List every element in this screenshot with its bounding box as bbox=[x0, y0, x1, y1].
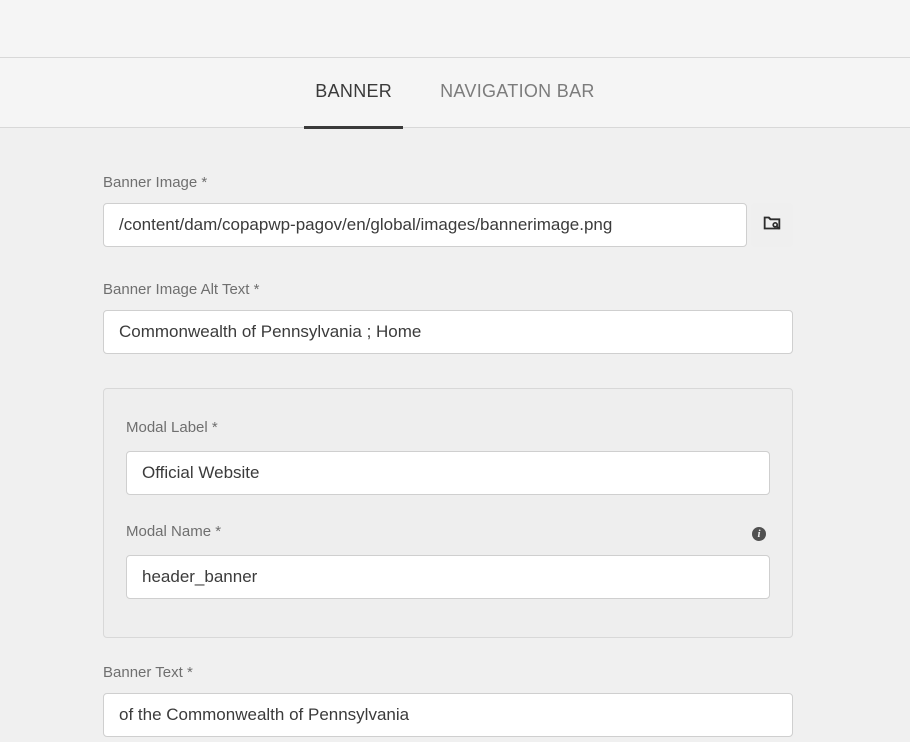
input-banner-image[interactable] bbox=[103, 203, 747, 247]
field-banner-text: Banner Text * bbox=[103, 664, 793, 737]
field-banner-image: Banner Image * bbox=[103, 174, 793, 247]
input-banner-image-alt[interactable] bbox=[103, 310, 793, 354]
modal-fieldset: Modal Label * i Modal Name * bbox=[103, 388, 793, 638]
tab-row: BANNER NAVIGATION BAR bbox=[0, 58, 910, 128]
dialog-header-bar bbox=[0, 0, 910, 58]
label-modal-label: Modal Label * bbox=[126, 419, 770, 436]
info-icon[interactable]: i bbox=[752, 527, 766, 541]
field-modal-name: Modal Name * bbox=[126, 523, 770, 599]
input-banner-text[interactable] bbox=[103, 693, 793, 737]
label-banner-image-alt: Banner Image Alt Text * bbox=[103, 281, 793, 298]
label-banner-text: Banner Text * bbox=[103, 664, 793, 681]
label-banner-image: Banner Image * bbox=[103, 174, 793, 191]
input-modal-label[interactable] bbox=[126, 451, 770, 495]
input-modal-name[interactable] bbox=[126, 555, 770, 599]
tab-navigation-bar[interactable]: NAVIGATION BAR bbox=[436, 81, 599, 105]
field-modal-label: Modal Label * bbox=[126, 419, 770, 495]
label-modal-name: Modal Name * bbox=[126, 523, 770, 540]
field-banner-image-alt: Banner Image Alt Text * bbox=[103, 281, 793, 354]
path-picker-button[interactable] bbox=[751, 203, 793, 247]
tab-banner[interactable]: BANNER bbox=[311, 81, 396, 105]
form-content: Banner Image * Banner Image Alt Text * bbox=[0, 128, 910, 737]
folder-search-icon bbox=[761, 212, 783, 239]
